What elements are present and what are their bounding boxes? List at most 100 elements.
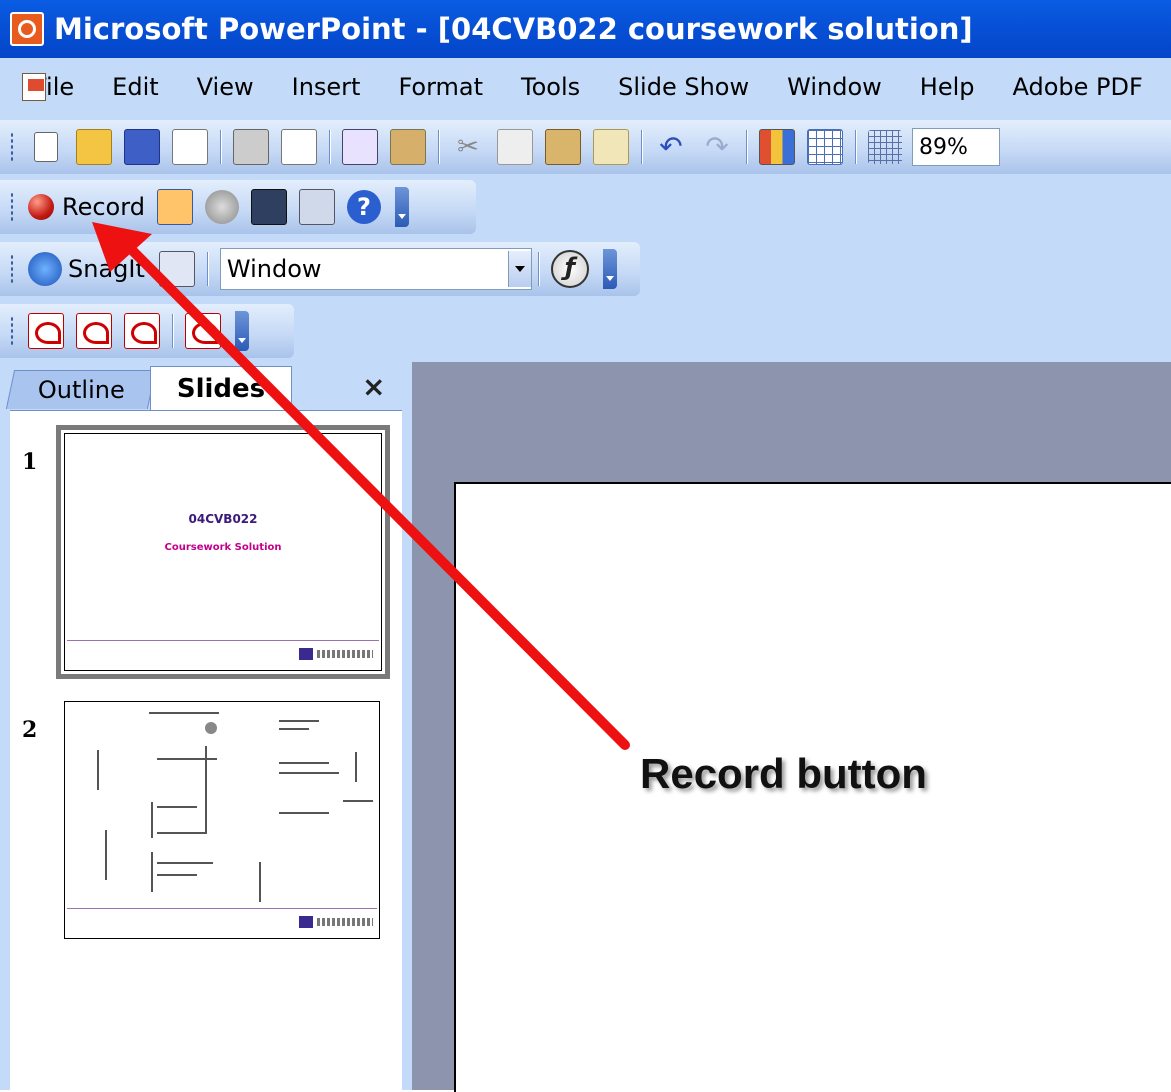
thumbnail-content	[151, 802, 153, 838]
pdf-toolbar	[0, 304, 294, 358]
slide-thumbnail-1[interactable]: 04CVB022 Coursework Solution	[56, 425, 390, 679]
thumbnail-content	[105, 830, 107, 880]
print-preview-icon[interactable]	[281, 129, 317, 165]
toolbar-options-icon[interactable]	[235, 311, 249, 351]
toolbar-separator	[537, 252, 539, 286]
menu-slide-show[interactable]: Slide Show	[618, 73, 749, 101]
slide-divider	[67, 640, 379, 641]
logo-text	[317, 650, 373, 658]
capture-mode-select[interactable]: Window	[219, 248, 532, 290]
snagit-label[interactable]: SnagIt	[68, 255, 145, 283]
toolbar-options-icon[interactable]	[394, 187, 409, 227]
tab-outline[interactable]: Outline	[5, 370, 157, 409]
thumbnail-content	[157, 874, 197, 876]
slide-number: 1	[22, 449, 38, 475]
thumbnail-content	[157, 806, 197, 808]
toolbar-separator	[438, 130, 439, 164]
menu-format[interactable]: Format	[398, 73, 483, 101]
thumbnail-content	[149, 712, 219, 714]
thumbnail-content	[97, 750, 99, 790]
undo-icon[interactable]: ↶	[654, 130, 688, 164]
print-icon[interactable]	[233, 129, 269, 165]
record-label: Record	[62, 193, 145, 221]
thumbnail-content	[205, 722, 217, 734]
research-icon[interactable]	[390, 129, 426, 165]
thumbnail-content	[157, 832, 207, 834]
toolbar-grip-icon[interactable]	[10, 254, 14, 284]
permission-icon[interactable]	[172, 129, 208, 165]
menu-tools[interactable]: Tools	[521, 73, 580, 101]
snagit-capture-settings-icon[interactable]	[158, 251, 195, 287]
pen-icon[interactable]	[156, 189, 193, 225]
thumbnail-content	[279, 812, 329, 814]
convert-and-email-pdf-icon[interactable]	[76, 313, 112, 349]
show-grid-icon[interactable]	[868, 130, 902, 164]
cut-icon[interactable]: ✂	[451, 130, 485, 164]
slide-thumbnails: 1 04CVB022 Coursework Solution 2	[10, 410, 402, 1091]
slide-1-subtitle: Coursework Solution	[164, 542, 282, 553]
thumbnail-content	[279, 720, 319, 722]
menu-edit[interactable]: Edit	[112, 73, 158, 101]
flash-icon[interactable]: ƒ	[550, 250, 589, 288]
pdf-settings-icon[interactable]	[185, 313, 221, 349]
convert-and-review-pdf-icon[interactable]	[124, 313, 160, 349]
chevron-down-icon[interactable]	[507, 251, 531, 287]
toolbar-separator	[172, 314, 173, 348]
window-title: Microsoft PowerPoint - [04CVB022 coursew…	[54, 12, 973, 46]
tab-slides[interactable]: Slides	[150, 366, 292, 411]
toolbar-separator	[206, 252, 208, 286]
menu-insert[interactable]: Insert	[292, 73, 361, 101]
insert-table-icon[interactable]	[807, 129, 843, 165]
record-toolbar: Record ?	[0, 180, 476, 234]
thumbnail-content	[279, 728, 309, 730]
redo-icon[interactable]: ↷	[700, 130, 734, 164]
toolbar-grip-icon[interactable]	[10, 192, 14, 222]
slide-number: 2	[22, 717, 38, 743]
powerpoint-app-icon[interactable]	[10, 12, 44, 46]
thumbnail-content	[205, 746, 207, 832]
slide-thumbnail-2[interactable]	[64, 701, 380, 939]
snagit-icon[interactable]	[28, 252, 62, 286]
menu-view[interactable]: View	[197, 73, 254, 101]
screen-capture-icon[interactable]	[250, 189, 287, 225]
tab-slides-label: Slides	[176, 374, 266, 404]
record-button[interactable]: Record	[22, 187, 151, 227]
new-document-icon[interactable]	[34, 132, 58, 162]
toolbar-separator	[329, 130, 330, 164]
convert-to-pdf-icon[interactable]	[28, 313, 64, 349]
thumbnail-content	[259, 862, 261, 902]
format-painter-icon[interactable]	[593, 129, 629, 165]
standard-toolbar: ✂ ↶ ↷ 89%	[0, 120, 1171, 174]
thumbnail-content	[355, 752, 357, 782]
toolbar-grip-icon[interactable]	[10, 316, 14, 346]
help-icon[interactable]: ?	[346, 190, 381, 224]
capture-mode-value: Window	[226, 255, 322, 283]
toolbar-grip-icon[interactable]	[10, 132, 14, 162]
thumbnail-content	[151, 852, 153, 892]
toolbar-separator	[220, 130, 221, 164]
title-bar: Microsoft PowerPoint - [04CVB022 coursew…	[0, 0, 1171, 58]
thumbnail-content	[343, 800, 373, 802]
toolbar-options-icon[interactable]	[602, 249, 617, 289]
callout-label: Record button	[640, 750, 927, 797]
insert-chart-icon[interactable]	[759, 129, 795, 165]
menu-adobe-pdf[interactable]: Adobe PDF	[1012, 73, 1142, 101]
slide-1-title: 04CVB022	[188, 512, 258, 526]
menu-bar: File Edit View Insert Format Tools Slide…	[0, 58, 1171, 116]
tab-outline-label: Outline	[37, 376, 125, 404]
microphone-icon[interactable]	[204, 190, 239, 224]
zoom-box[interactable]: 89%	[912, 128, 1000, 166]
copy-icon[interactable]	[497, 129, 533, 165]
thumbnail-content	[279, 762, 329, 764]
close-pane-icon[interactable]: ×	[362, 370, 385, 403]
paste-icon[interactable]	[545, 129, 581, 165]
menu-window[interactable]: Window	[787, 73, 882, 101]
thumbnail-content	[279, 772, 339, 774]
menu-help[interactable]: Help	[920, 73, 975, 101]
save-icon[interactable]	[124, 129, 160, 165]
open-folder-icon[interactable]	[76, 129, 112, 165]
toolbar-separator	[641, 130, 642, 164]
toolbar-separator	[855, 130, 856, 164]
narration-icon[interactable]	[298, 189, 335, 225]
spelling-icon[interactable]	[342, 129, 378, 165]
